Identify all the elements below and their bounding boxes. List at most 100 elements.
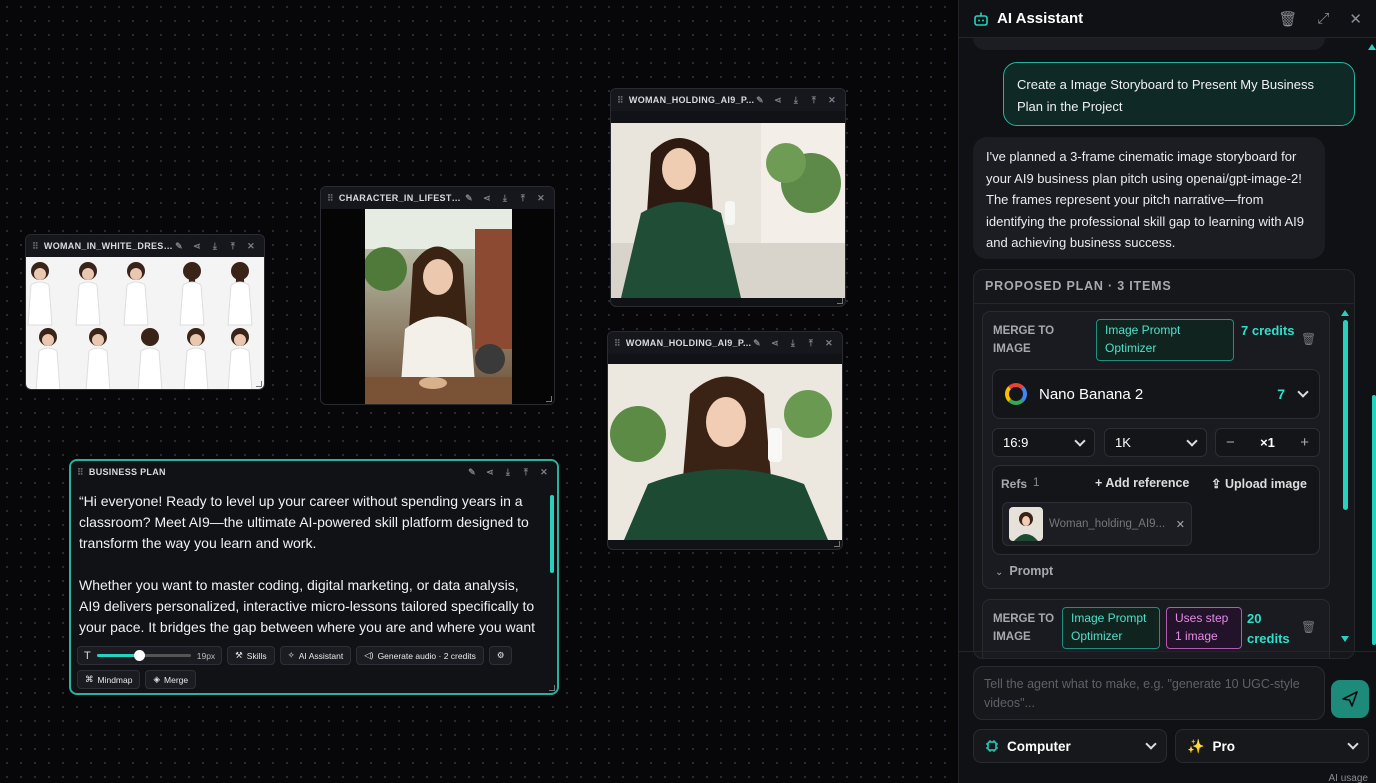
download-icon[interactable]: ⤓ bbox=[210, 241, 220, 252]
pin-icon[interactable]: ⤒ bbox=[809, 95, 819, 106]
text-toolbar: T 19px ⚒ Skills ✧ AI Assistant ◁) Generate … bbox=[77, 646, 513, 665]
share-icon[interactable]: ⋖ bbox=[192, 241, 202, 252]
font-size-control[interactable]: T 19px bbox=[77, 646, 223, 665]
plan-title-divider bbox=[974, 303, 1354, 304]
trash-icon[interactable]: 🗑 bbox=[1278, 10, 1297, 28]
text-scrollbar[interactable] bbox=[550, 489, 554, 639]
node-character-in-lifestyle[interactable]: ⠿ CHARACTER_IN_LIFESTYLE... ✎ ⋖ ⤓ ⤒ ✕ bbox=[320, 186, 555, 405]
edit-icon[interactable]: ✎ bbox=[464, 193, 474, 204]
resize-handle-icon[interactable] bbox=[549, 685, 555, 691]
quantity-stepper[interactable]: − ×1 + bbox=[1215, 428, 1320, 457]
share-icon[interactable]: ⋖ bbox=[482, 193, 492, 204]
slider-knob[interactable] bbox=[133, 650, 145, 661]
business-plan-text[interactable]: “Hi everyone! Ready to level up your car… bbox=[79, 491, 539, 637]
chat-input[interactable]: Tell the agent what to make, e.g. "gener… bbox=[973, 666, 1325, 720]
node-header[interactable]: ⠿ WOMAN_HOLDING_AI9_P... ✎ ⋖ ⤓ ⤒ ✕ bbox=[611, 89, 845, 111]
node-header[interactable]: ⠿ WOMAN_IN_WHITE_DRESS_... ✎ ⋖ ⤓ ⤒ ✕ bbox=[26, 235, 264, 257]
edit-icon[interactable]: ✎ bbox=[755, 95, 765, 106]
prompt-toggle[interactable]: ⌄ Prompt bbox=[995, 564, 1053, 578]
download-icon[interactable]: ⤓ bbox=[788, 338, 798, 349]
step-credits: 20 credits bbox=[1247, 611, 1290, 646]
pro-select[interactable]: ✨ Pro bbox=[1175, 729, 1369, 763]
close-icon[interactable]: ✕ bbox=[246, 241, 256, 252]
node-header[interactable]: ⠿ BUSINESS PLAN ✎ ⋖ ⤓ ⤒ ✕ bbox=[71, 461, 557, 483]
computer-select[interactable]: Computer bbox=[973, 729, 1167, 763]
download-icon[interactable]: ⤓ bbox=[791, 95, 801, 106]
edit-icon[interactable]: ✎ bbox=[467, 467, 477, 478]
remove-reference-icon[interactable]: ✕ bbox=[1176, 518, 1185, 531]
trash-icon[interactable]: 🗑 bbox=[1301, 332, 1316, 346]
merge-button[interactable]: ◈ Merge bbox=[145, 670, 197, 689]
assistant-message: I've planned a 3-frame cinematic image s… bbox=[973, 137, 1325, 259]
chat-scroll-up-icon[interactable] bbox=[1368, 44, 1376, 50]
edit-icon[interactable]: ✎ bbox=[752, 338, 762, 349]
references-box: Refs 1 + Add reference ⇪ Upload image Wo… bbox=[992, 465, 1320, 555]
node-woman-holding-ai9-2[interactable]: ⠿ WOMAN_HOLDING_AI9_P... ✎ ⋖ ⤓ ⤒ ✕ bbox=[607, 331, 843, 550]
node-header[interactable]: ⠿ WOMAN_HOLDING_AI9_P... ✎ ⋖ ⤓ ⤒ ✕ bbox=[608, 332, 842, 354]
generate-audio-label: Generate audio · 2 credits bbox=[377, 650, 476, 661]
scroll-down-icon[interactable] bbox=[1341, 636, 1349, 642]
trash-icon[interactable]: 🗑 bbox=[1301, 620, 1316, 634]
upload-image-button[interactable]: ⇪ Upload image bbox=[1211, 476, 1307, 491]
mindmap-label: Mindmap bbox=[97, 674, 133, 685]
settings-button[interactable]: ⚙ bbox=[488, 646, 513, 665]
close-icon[interactable]: ✕ bbox=[539, 467, 549, 478]
share-icon[interactable]: ⋖ bbox=[770, 338, 780, 349]
edit-icon[interactable]: ✎ bbox=[174, 241, 184, 252]
node-business-plan[interactable]: ⠿ BUSINESS PLAN ✎ ⋖ ⤓ ⤒ ✕ “Hi everyone! … bbox=[69, 459, 559, 695]
resize-handle-icon[interactable] bbox=[546, 396, 552, 402]
share-icon[interactable]: ⋖ bbox=[773, 95, 783, 106]
drag-handle-icon[interactable]: ⠿ bbox=[32, 241, 39, 252]
resolution-select[interactable]: 1K bbox=[1104, 428, 1207, 457]
chevron-down-icon: ⌄ bbox=[995, 567, 1004, 578]
upload-image-label: Upload image bbox=[1224, 477, 1307, 491]
pin-icon[interactable]: ⤒ bbox=[806, 338, 816, 349]
resize-handle-icon[interactable] bbox=[837, 298, 843, 304]
download-icon[interactable]: ⤓ bbox=[500, 193, 510, 204]
plus-icon: + bbox=[1095, 476, 1106, 490]
plan-scrollbar[interactable] bbox=[1340, 310, 1350, 650]
node-header[interactable]: ⠿ CHARACTER_IN_LIFESTYLE... ✎ ⋖ ⤓ ⤒ ✕ bbox=[321, 187, 554, 209]
step-credits: 7 credits bbox=[1241, 323, 1295, 338]
plus-icon[interactable]: + bbox=[1300, 434, 1309, 451]
pin-icon[interactable]: ⤒ bbox=[228, 241, 238, 252]
drag-handle-icon[interactable]: ⠿ bbox=[617, 95, 624, 106]
font-size-slider[interactable] bbox=[96, 650, 191, 661]
share-icon[interactable]: ⋖ bbox=[485, 467, 495, 478]
node-title: WOMAN_HOLDING_AI9_P... bbox=[625, 338, 752, 348]
uses-step-tag: Uses step 1 image bbox=[1166, 607, 1242, 649]
expand-icon[interactable]: ⤢ bbox=[1317, 10, 1329, 27]
ai-assistant-button[interactable]: ✧ AI Assistant bbox=[279, 646, 352, 665]
download-icon[interactable]: ⤓ bbox=[503, 467, 513, 478]
chat-scrollbar[interactable] bbox=[1372, 395, 1376, 645]
add-reference-label: Add reference bbox=[1105, 476, 1190, 490]
resize-handle-icon[interactable] bbox=[834, 541, 840, 547]
image-prompt-optimizer-tag: Image Prompt Optimizer bbox=[1096, 319, 1234, 361]
merge-label: Merge bbox=[164, 674, 189, 685]
generate-audio-button[interactable]: ◁) Generate audio · 2 credits bbox=[356, 646, 484, 665]
close-icon[interactable]: ✕ bbox=[1349, 10, 1362, 28]
drag-handle-icon[interactable]: ⠿ bbox=[327, 193, 334, 204]
scroll-up-icon[interactable] bbox=[1341, 310, 1349, 316]
node-title: WOMAN_HOLDING_AI9_P... bbox=[628, 95, 755, 105]
drag-handle-icon[interactable]: ⠿ bbox=[77, 467, 84, 478]
send-button[interactable] bbox=[1331, 680, 1369, 718]
model-selector[interactable]: Nano Banana 2 7 bbox=[992, 369, 1320, 419]
pin-icon[interactable]: ⤒ bbox=[521, 467, 531, 478]
mindmap-button[interactable]: ⌘ Mindmap bbox=[77, 670, 141, 689]
aspect-ratio-select[interactable]: 16:9 bbox=[992, 428, 1095, 457]
resize-handle-icon[interactable] bbox=[256, 381, 262, 387]
skills-button[interactable]: ⚒ Skills bbox=[227, 646, 275, 665]
pin-icon[interactable]: ⤒ bbox=[518, 193, 528, 204]
minus-icon[interactable]: − bbox=[1226, 434, 1235, 451]
reference-item[interactable]: Woman_holding_AI9... ✕ bbox=[1002, 502, 1192, 546]
node-woman-holding-ai9-1[interactable]: ⠿ WOMAN_HOLDING_AI9_P... ✎ ⋖ ⤓ ⤒ ✕ bbox=[610, 88, 846, 307]
drag-handle-icon[interactable]: ⠿ bbox=[614, 338, 621, 349]
close-icon[interactable]: ✕ bbox=[827, 95, 837, 106]
close-icon[interactable]: ✕ bbox=[824, 338, 834, 349]
refs-count: 1 bbox=[1033, 477, 1040, 489]
plan-step-2: MERGE TO IMAGE Image Prompt Optimizer Us… bbox=[982, 599, 1330, 658]
node-woman-in-white-dress[interactable]: ⠿ WOMAN_IN_WHITE_DRESS_... ✎ ⋖ ⤓ ⤒ ✕ bbox=[25, 234, 265, 390]
close-icon[interactable]: ✕ bbox=[536, 193, 546, 204]
add-reference-button[interactable]: + Add reference bbox=[1095, 476, 1189, 490]
